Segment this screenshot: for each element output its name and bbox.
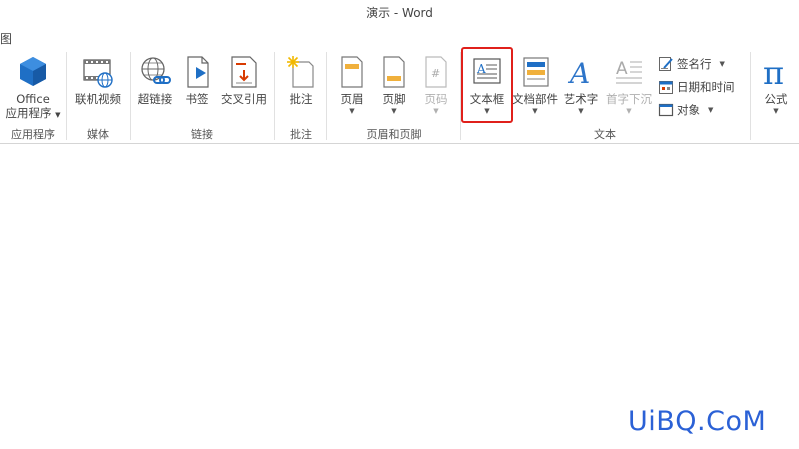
signature-line-button[interactable]: 签名行 ▼ bbox=[658, 54, 725, 74]
group-label-text: 文本 bbox=[594, 128, 616, 141]
page-number-label: 页码 bbox=[424, 92, 448, 106]
svg-text:A: A bbox=[567, 57, 590, 90]
footer-icon bbox=[383, 56, 405, 88]
comment-button[interactable]: 批注 bbox=[280, 54, 322, 106]
equation-button[interactable]: π 公式 ▼ bbox=[756, 54, 796, 116]
comment-icon bbox=[287, 56, 314, 88]
bookmark-button[interactable]: 书签 bbox=[180, 54, 214, 106]
quick-parts-dropdown-caret[interactable]: ▼ bbox=[512, 106, 558, 116]
quick-parts-label: 文档部件 bbox=[512, 92, 558, 106]
bookmark-label: 书签 bbox=[185, 92, 209, 106]
header-button[interactable]: 页眉 ▼ bbox=[334, 54, 370, 116]
office-apps-button[interactable]: Office 应用程序 ▼ bbox=[2, 54, 64, 122]
hyperlink-icon bbox=[141, 57, 171, 84]
date-time-label: 日期和时间 bbox=[677, 80, 735, 94]
watermark-text: UiBQ.CoM bbox=[628, 406, 767, 437]
hyperlink-label: 超链接 bbox=[137, 92, 173, 106]
group-separator bbox=[66, 52, 67, 140]
online-video-button[interactable]: 联机视频 bbox=[70, 54, 126, 106]
online-video-label: 联机视频 bbox=[75, 92, 121, 106]
office-apps-label-1: Office bbox=[16, 92, 50, 106]
drop-cap-label: 首字下沉 bbox=[606, 92, 652, 106]
cross-reference-label: 交叉引用 bbox=[221, 92, 267, 106]
wordart-icon: A bbox=[567, 57, 590, 90]
wordart-label: 艺术字 bbox=[563, 92, 599, 106]
quick-parts-button[interactable]: 文档部件 ▼ bbox=[512, 54, 558, 116]
svg-text:A: A bbox=[616, 59, 628, 79]
comment-label: 批注 bbox=[289, 92, 313, 106]
cross-reference-button[interactable]: 交叉引用 bbox=[218, 54, 270, 106]
office-apps-label-2: 应用程序 bbox=[5, 106, 52, 120]
drop-cap-dropdown-caret[interactable]: ▼ bbox=[604, 106, 654, 116]
page-number-icon: # bbox=[425, 56, 447, 88]
text-box-highlight-frame bbox=[461, 47, 513, 123]
signature-line-dropdown-caret[interactable]: ▼ bbox=[720, 60, 725, 68]
footer-dropdown-caret[interactable]: ▼ bbox=[376, 106, 412, 116]
group-separator bbox=[750, 52, 751, 140]
signature-line-icon bbox=[659, 57, 673, 71]
group-separator bbox=[130, 52, 131, 140]
group-label-comments: 批注 bbox=[290, 128, 312, 141]
window-title: 演示 - Word bbox=[366, 6, 433, 20]
footer-button[interactable]: 页脚 ▼ bbox=[376, 54, 412, 116]
date-time-icon bbox=[659, 81, 673, 94]
date-time-button[interactable]: 日期和时间 bbox=[658, 77, 735, 97]
hyperlink-button[interactable]: 超链接 bbox=[134, 54, 176, 106]
menu-tab-fragment[interactable]: 图 bbox=[0, 30, 12, 47]
bookmark-icon bbox=[187, 56, 209, 88]
page-number-dropdown-caret[interactable]: ▼ bbox=[418, 106, 454, 116]
group-label-apps: 应用程序 bbox=[11, 128, 55, 141]
equation-dropdown-caret[interactable]: ▼ bbox=[756, 106, 796, 116]
object-label: 对象 bbox=[677, 103, 700, 117]
group-label-links: 链接 bbox=[191, 128, 213, 141]
object-dropdown-caret[interactable]: ▼ bbox=[708, 106, 713, 114]
drop-cap-icon: A bbox=[616, 59, 642, 84]
office-apps-caret: ▼ bbox=[55, 111, 61, 119]
wordart-dropdown-caret[interactable]: ▼ bbox=[560, 106, 602, 116]
group-separator bbox=[326, 52, 327, 140]
office-apps-icon bbox=[20, 57, 46, 86]
svg-text:π: π bbox=[763, 54, 784, 90]
quick-parts-icon bbox=[523, 57, 549, 87]
drop-cap-button[interactable]: A 首字下沉 ▼ bbox=[604, 54, 654, 116]
header-icon bbox=[341, 56, 363, 88]
wordart-button[interactable]: A 艺术字 ▼ bbox=[560, 54, 602, 116]
object-icon bbox=[658, 103, 674, 117]
equation-label: 公式 bbox=[764, 92, 788, 106]
group-label-header-footer: 页眉和页脚 bbox=[366, 128, 422, 141]
header-label: 页眉 bbox=[340, 92, 364, 106]
page-number-button[interactable]: # 页码 ▼ bbox=[418, 54, 454, 116]
online-video-icon bbox=[83, 59, 113, 88]
svg-text:#: # bbox=[431, 67, 440, 80]
object-button[interactable]: 对象 ▼ bbox=[658, 100, 713, 120]
group-separator bbox=[274, 52, 275, 140]
title-bar: 演示 - Word bbox=[0, 0, 799, 26]
group-label-media: 媒体 bbox=[87, 128, 109, 141]
signature-line-label: 签名行 bbox=[677, 57, 712, 71]
cross-reference-icon bbox=[231, 56, 257, 88]
ribbon-insert: Office 应用程序 ▼ 应用程序 联机视频 媒体 超链接 书签 交叉引用 链… bbox=[0, 46, 799, 144]
footer-label: 页脚 bbox=[382, 92, 406, 106]
header-dropdown-caret[interactable]: ▼ bbox=[334, 106, 370, 116]
pi-icon: π bbox=[763, 54, 784, 90]
